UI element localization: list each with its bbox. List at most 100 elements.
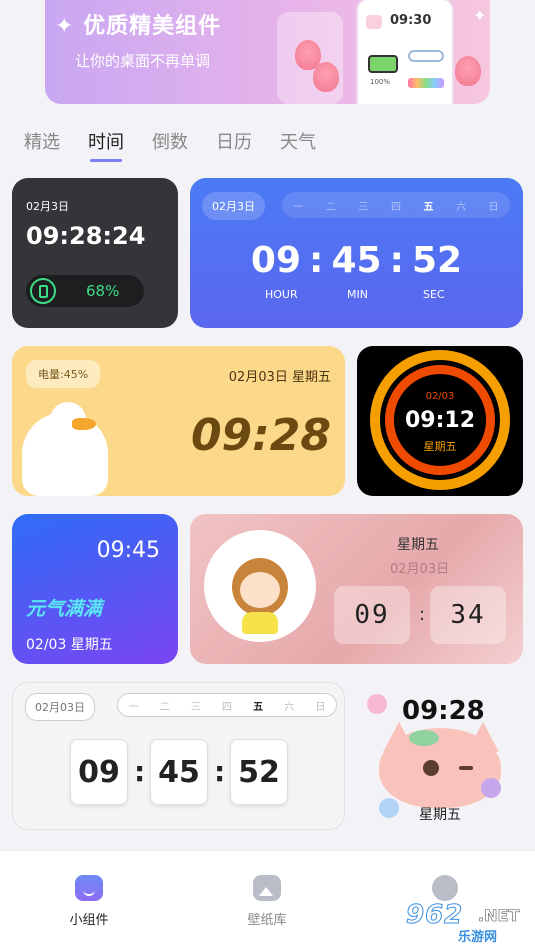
clock-hour: 09 bbox=[334, 586, 410, 644]
widget-dark-clock[interactable]: 02月3日 09:28:24 68% bbox=[12, 178, 178, 328]
widget-date: 02月03日 星期五 bbox=[228, 370, 331, 385]
widget-slogan: 元气满满 bbox=[26, 598, 103, 620]
nav-wallpapers[interactable]: 壁纸库 bbox=[222, 875, 312, 928]
toggle-icon bbox=[408, 50, 444, 62]
widget-weekday: 星期五 bbox=[423, 440, 457, 453]
clock-sep: : bbox=[419, 604, 426, 625]
widget-flip-clock[interactable]: 02月03日 一 二 三 四 五 六 日 09 : 45 : 52 bbox=[12, 682, 345, 830]
paw-icon bbox=[366, 15, 382, 29]
weekday: 四 bbox=[390, 201, 401, 213]
weekday: 二 bbox=[325, 201, 336, 213]
nav-label: 壁纸库 bbox=[247, 913, 287, 928]
clock-second: 52 bbox=[411, 240, 463, 281]
battery-icon bbox=[30, 278, 56, 304]
weekday-current: 五 bbox=[253, 701, 264, 713]
widget-time: 09:28 bbox=[190, 410, 331, 461]
nav-label: 小组件 bbox=[69, 913, 109, 928]
weekday: 四 bbox=[221, 701, 232, 713]
flower-icon bbox=[367, 694, 387, 714]
battery-percent: 68% bbox=[86, 282, 120, 300]
clock-digits: 09 : 45 : 52 bbox=[190, 240, 523, 281]
preview-battery: 100% bbox=[370, 78, 391, 86]
cat-icon bbox=[379, 728, 501, 808]
clock-hour: 09 bbox=[250, 240, 302, 281]
cat-wink-icon bbox=[459, 766, 473, 770]
clock-second: 52 bbox=[230, 739, 288, 805]
avatar-face bbox=[240, 572, 280, 608]
clock-sep: : bbox=[214, 755, 226, 788]
widget-time: 09:28:24 bbox=[26, 222, 146, 250]
widget-date: 02/03 bbox=[425, 391, 455, 402]
tab-featured[interactable]: 精选 bbox=[24, 128, 60, 154]
bow-icon bbox=[409, 730, 439, 746]
weekday-strip: 一 二 三 四 五 六 日 bbox=[282, 192, 510, 218]
category-tabs: 精选 时间 倒数 日历 天气 bbox=[24, 128, 316, 162]
widget-cat-clock[interactable]: 09:28 星期五 bbox=[357, 682, 523, 830]
banner-subtitle: 让你的桌面不再单调 bbox=[75, 52, 211, 70]
clock-sep: : bbox=[389, 240, 404, 281]
wallpaper-icon bbox=[253, 875, 281, 901]
weekday: 六 bbox=[284, 701, 295, 713]
banner-preview-card: 09:30 100% bbox=[358, 0, 452, 104]
tab-time[interactable]: 时间 bbox=[88, 128, 124, 162]
weekday: 三 bbox=[190, 701, 201, 713]
widget-date: 02月3日 bbox=[26, 200, 69, 213]
flower-icon bbox=[481, 778, 501, 798]
clock-sep: : bbox=[134, 755, 146, 788]
clock-minute: 45 bbox=[150, 739, 208, 805]
profile-icon bbox=[432, 875, 458, 901]
sparkle-icon: ✦ bbox=[473, 6, 487, 25]
widget-date: 02/03 星期五 bbox=[26, 637, 113, 653]
sec-label: SEC bbox=[423, 288, 445, 301]
nav-widgets[interactable]: 小组件 bbox=[44, 875, 134, 928]
tab-calendar[interactable]: 日历 bbox=[216, 128, 252, 154]
tab-countdown[interactable]: 倒数 bbox=[152, 128, 188, 154]
preview-time: 09:30 bbox=[390, 13, 432, 28]
tulip-icon bbox=[313, 62, 339, 92]
clock-hour: 09 bbox=[70, 739, 128, 805]
widget-date: 02月03日 bbox=[390, 562, 450, 577]
weekday: 一 bbox=[293, 201, 304, 213]
weekday-strip: 一 二 三 四 五 六 日 bbox=[117, 693, 337, 717]
flower-icon bbox=[379, 798, 399, 818]
promo-banner[interactable]: ✦ 优质精美组件 让你的桌面不再单调 ✦ 09:30 100% bbox=[45, 0, 490, 104]
banner-preview-tile bbox=[277, 12, 343, 104]
avatar-shirt bbox=[242, 612, 278, 634]
widget-weekday: 星期五 bbox=[397, 537, 439, 553]
widget-icon bbox=[75, 875, 103, 901]
banner-title-text: 优质精美组件 bbox=[83, 14, 222, 39]
widget-weekday: 星期五 bbox=[419, 807, 461, 823]
clock-minute: 34 bbox=[430, 586, 506, 644]
widget-blue-clock[interactable]: 02月3日 一 二 三 四 五 六 日 09 : 45 : 52 HOUR MI… bbox=[190, 178, 523, 328]
color-bars-icon bbox=[408, 78, 444, 88]
weekday: 一 bbox=[128, 701, 139, 713]
hour-label: HOUR bbox=[265, 288, 298, 301]
widget-time: 09:45 bbox=[96, 538, 160, 563]
weekday: 六 bbox=[456, 201, 467, 213]
clock-sep: : bbox=[309, 240, 324, 281]
weekday-current: 五 bbox=[423, 201, 434, 213]
min-label: MIN bbox=[347, 288, 368, 301]
tab-weather[interactable]: 天气 bbox=[280, 128, 316, 154]
cat-eye-icon bbox=[423, 760, 439, 776]
banner-title: ✦ 优质精美组件 bbox=[55, 14, 222, 39]
weekday: 二 bbox=[159, 701, 170, 713]
site-watermark: 962 .NET 乐游网 bbox=[398, 900, 530, 946]
duck-beak-icon bbox=[72, 418, 96, 430]
weekday: 三 bbox=[358, 201, 369, 213]
widget-time: 09:12 bbox=[404, 408, 476, 433]
battery-pill: 68% bbox=[26, 275, 144, 307]
widget-date: 02月03日 bbox=[25, 693, 95, 721]
widget-gradient-clock[interactable]: 09:45 元气满满 02/03 星期五 bbox=[12, 514, 178, 664]
tulip-icon bbox=[455, 56, 481, 86]
widget-date: 02月3日 bbox=[202, 192, 265, 220]
weekday: 日 bbox=[315, 701, 326, 713]
widget-ring-clock[interactable]: 02/03 09:12 星期五 bbox=[357, 346, 523, 496]
battery-face-icon bbox=[368, 55, 398, 73]
clock-minute: 45 bbox=[331, 240, 382, 281]
watermark-text: 乐游网 bbox=[458, 930, 498, 945]
character-avatar bbox=[204, 530, 316, 642]
widget-pink-clock[interactable]: 星期五 02月03日 09 : 34 bbox=[190, 514, 523, 664]
watermark-number: 962 bbox=[405, 900, 464, 931]
battery-badge: 电量:45% bbox=[26, 360, 101, 388]
